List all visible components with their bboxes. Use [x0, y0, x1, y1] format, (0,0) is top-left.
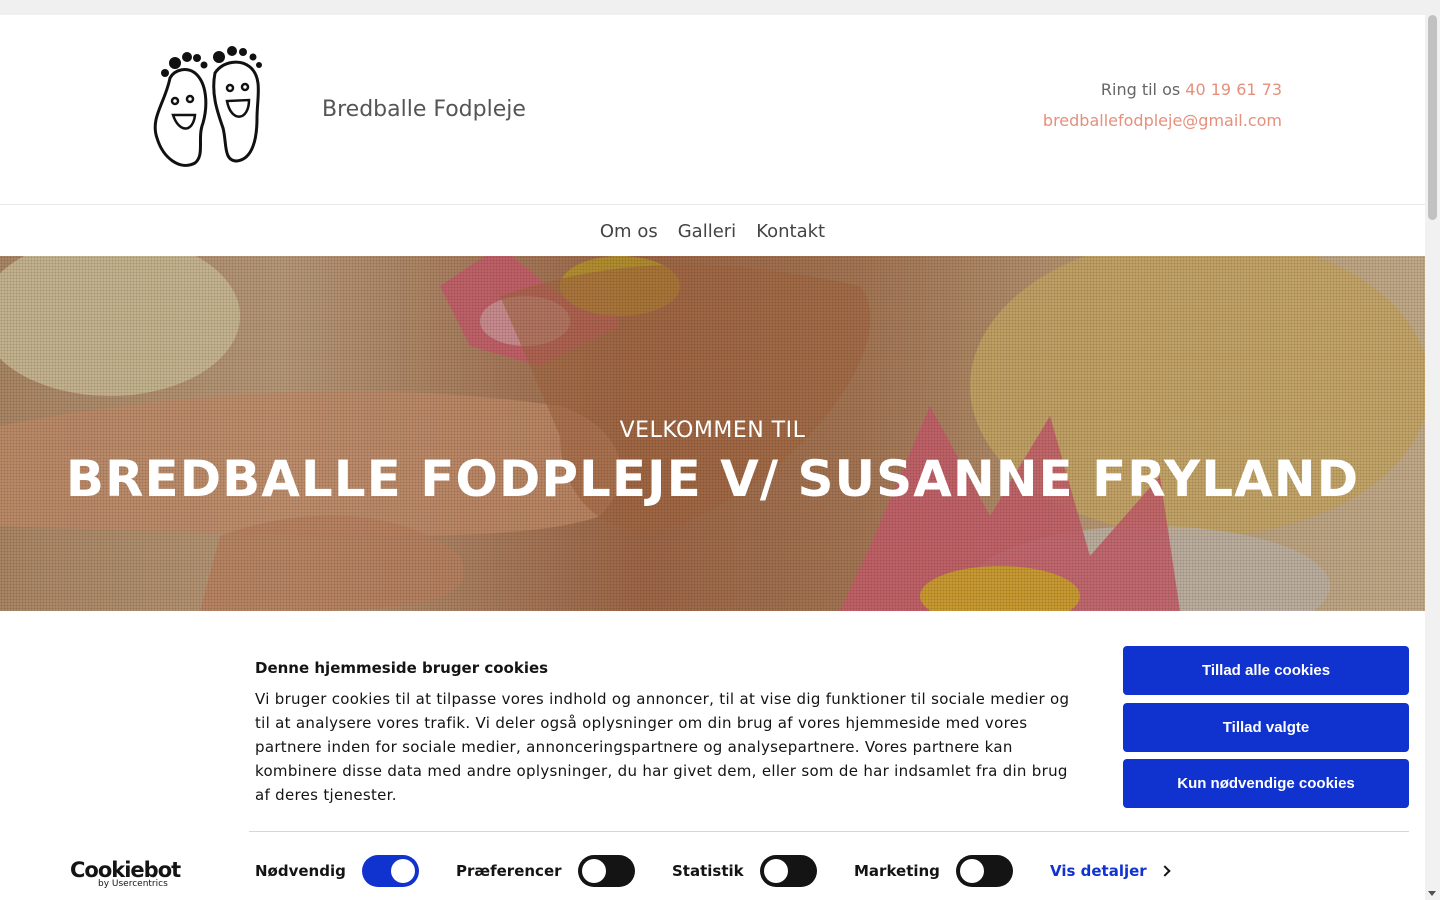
allow-all-cookies-button[interactable]: Tillad alle cookies: [1123, 646, 1409, 695]
cookie-title: Denne hjemmeside bruger cookies: [255, 659, 549, 677]
main-nav: Om os Galleri Kontakt: [0, 206, 1425, 256]
feet-logo-icon[interactable]: [145, 43, 267, 173]
toggle-necessary-switch[interactable]: [361, 855, 419, 887]
toggle-preferences-group: Præferencer: [456, 855, 635, 887]
cookie-text: Vi bruger cookies til at tilpasse vores …: [255, 690, 1070, 804]
cookie-divider: [249, 831, 1409, 832]
site-name[interactable]: Bredballe Fodpleje: [322, 97, 526, 122]
nav-item-galleri[interactable]: Galleri: [678, 221, 736, 242]
hero-kicker: VELKOMMEN TIL: [619, 418, 806, 443]
contact-block: Ring til os 40 19 61 73 bredballefodplej…: [1043, 79, 1282, 141]
toggle-marketing-switch[interactable]: [955, 855, 1013, 887]
toggle-necessary-label: Nødvendig: [255, 862, 346, 880]
hero-title: BREDBALLE FODPLEJE V/ SUSANNE FRYLAND: [65, 450, 1360, 508]
necessary-only-button[interactable]: Kun nødvendige cookies: [1123, 759, 1409, 808]
scroll-down-icon[interactable]: [1428, 891, 1436, 896]
phone-link[interactable]: 40 19 61 73: [1185, 80, 1282, 99]
site-header: Bredballe Fodpleje Ring til os 40 19 61 …: [0, 15, 1425, 205]
page: Bredballe Fodpleje Ring til os 40 19 61 …: [0, 15, 1425, 900]
toggle-marketing-label: Marketing: [854, 862, 940, 880]
cookie-consent-banner: Cookiebot by Usercentrics Denne hjemmesi…: [0, 626, 1425, 900]
chevron-right-icon: [1159, 865, 1171, 877]
nav-item-kontakt[interactable]: Kontakt: [756, 221, 825, 242]
toggle-preferences-label: Præferencer: [456, 862, 562, 880]
hero-banner: VELKOMMEN TIL BREDBALLE FODPLEJE V/ SUSA…: [0, 256, 1425, 611]
toggle-marketing-group: Marketing: [854, 855, 1013, 887]
toggle-statistics-label: Statistik: [672, 862, 744, 880]
allow-selected-button[interactable]: Tillad valgte: [1123, 703, 1409, 752]
browser-top-strip: [0, 0, 1440, 15]
toggle-statistics-switch[interactable]: [759, 855, 817, 887]
phone-prefix: Ring til os: [1100, 80, 1181, 99]
cookiebot-logo[interactable]: Cookiebot by Usercentrics: [70, 858, 181, 892]
vertical-scrollbar[interactable]: [1425, 15, 1440, 900]
scrollbar-thumb[interactable]: [1428, 15, 1437, 220]
email-link[interactable]: bredballefodpleje@gmail.com: [1043, 111, 1282, 130]
show-details-label: Vis detaljer: [1050, 862, 1147, 880]
show-details-link[interactable]: Vis detaljer: [1050, 862, 1171, 880]
toggle-necessary-group: Nødvendig: [255, 855, 419, 887]
nav-item-om-os[interactable]: Om os: [600, 221, 658, 242]
toggle-statistics-group: Statistik: [672, 855, 817, 887]
toggle-preferences-switch[interactable]: [577, 855, 635, 887]
